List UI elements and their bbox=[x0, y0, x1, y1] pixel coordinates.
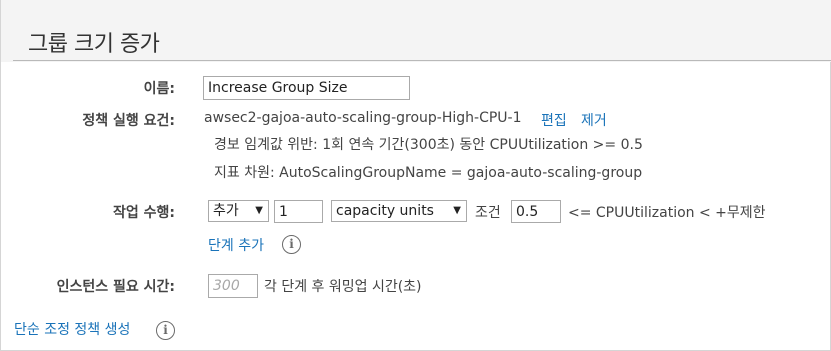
info-icon[interactable]: i bbox=[156, 321, 175, 340]
action-label: 작업 수행: bbox=[113, 205, 175, 221]
adjustment-amount-input[interactable] bbox=[274, 200, 323, 223]
header-divider bbox=[13, 60, 831, 61]
alarm-name: awsec2-gajoa-auto-scaling-group-High-CPU… bbox=[204, 110, 522, 126]
increase-group-size-panel: 그룹 크기 증가 이름: 정책 실행 요건: awsec2-gajoa-auto… bbox=[0, 0, 831, 351]
action-type-select[interactable]: 추가 ▼ bbox=[208, 200, 269, 222]
panel-header: 그룹 크기 증가 bbox=[1, 0, 831, 62]
condition-lower-bound-input[interactable] bbox=[511, 200, 561, 223]
alarm-breach-text: 경보 임계값 위반: 1회 연속 기간(300초) 동안 CPUUtilizat… bbox=[214, 137, 643, 153]
condition-range-text: <= CPUUtilization < +무제한 bbox=[568, 205, 766, 221]
info-icon[interactable]: i bbox=[282, 235, 301, 254]
action-type-value: 추가 bbox=[213, 203, 239, 219]
policy-name-input[interactable] bbox=[203, 76, 410, 100]
capacity-unit-value: capacity units bbox=[336, 203, 434, 219]
edit-alarm-link[interactable]: 편집 bbox=[541, 110, 567, 130]
remove-alarm-link[interactable]: 제거 bbox=[581, 110, 607, 130]
warmup-description: 각 단계 후 워밍업 시간(초) bbox=[264, 279, 422, 295]
create-simple-policy-link[interactable]: 단순 조정 정책 생성 bbox=[14, 319, 130, 339]
policy-trigger-label: 정책 실행 요건: bbox=[82, 113, 175, 129]
warmup-seconds-input[interactable] bbox=[208, 274, 258, 298]
chevron-down-icon: ▼ bbox=[453, 205, 461, 216]
add-step-link[interactable]: 단계 추가 bbox=[208, 235, 264, 255]
alarm-dimension-text: 지표 차원: AutoScalingGroupName = gajoa-auto… bbox=[214, 165, 643, 181]
chevron-down-icon: ▼ bbox=[255, 205, 263, 216]
capacity-unit-select[interactable]: capacity units ▼ bbox=[331, 200, 467, 222]
name-label: 이름: bbox=[143, 81, 175, 97]
warmup-label: 인스턴스 필요 시간: bbox=[56, 279, 175, 295]
condition-label: 조건 bbox=[475, 205, 501, 221]
page-title: 그룹 크기 증가 bbox=[28, 32, 160, 57]
